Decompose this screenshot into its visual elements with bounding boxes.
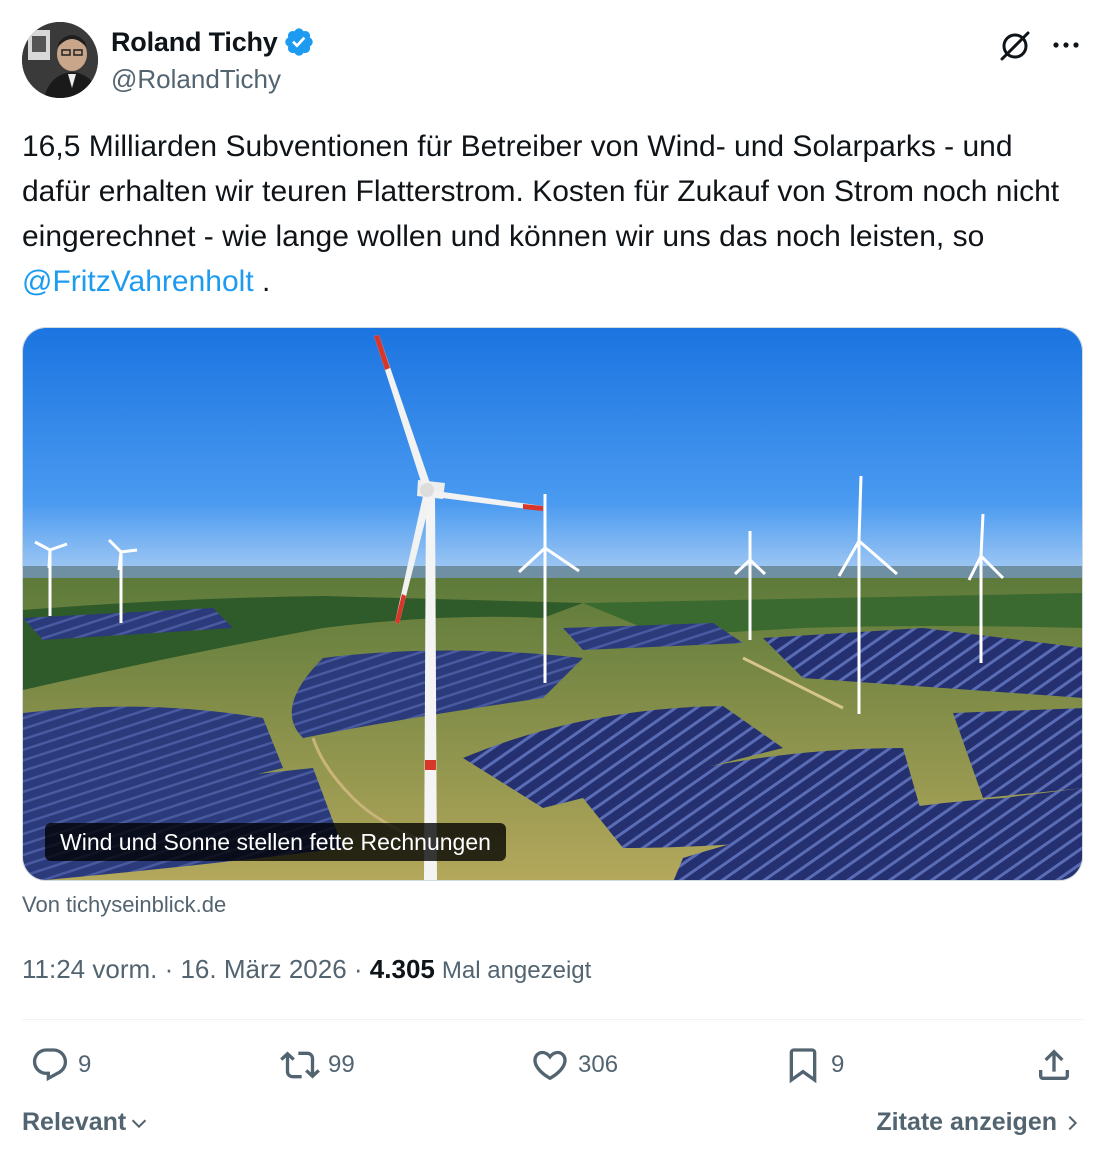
grok-icon[interactable]	[998, 28, 1032, 62]
replies-footer: Relevant Zitate anzeigen	[22, 1108, 1083, 1142]
meta-separator: ·	[157, 954, 181, 984]
chevron-right-icon	[1068, 1115, 1078, 1130]
share-icon	[1039, 1049, 1069, 1080]
meta-separator-2: ·	[346, 954, 370, 984]
author-display-name[interactable]: Roland Tichy	[111, 27, 278, 58]
reply-icon	[32, 1048, 68, 1082]
tweet-text: 16,5 Milliarden Subventionen für Betreib…	[22, 124, 1087, 304]
verified-badge-icon	[284, 28, 313, 56]
tweet-header: Roland Tichy @RolandTichy	[22, 22, 1082, 98]
reply-button[interactable]: 9	[30, 1040, 91, 1090]
mention-link[interactable]: @FritzVahrenholt	[22, 265, 254, 298]
divider	[22, 1019, 1083, 1020]
link-card-source[interactable]: Von tichyseinblick.de	[22, 892, 226, 918]
like-icon	[533, 1050, 567, 1081]
sort-label: Relevant	[22, 1108, 127, 1136]
like-button[interactable]: 306	[530, 1040, 618, 1090]
like-count: 306	[578, 1051, 619, 1078]
tweet-date[interactable]: 16. März 2026	[180, 954, 346, 985]
link-card-image	[23, 328, 1082, 880]
avatar-image	[22, 22, 98, 98]
avatar[interactable]	[22, 22, 98, 98]
link-card-title: Wind und Sonne stellen fette Rechnungen	[45, 823, 506, 861]
tweet-time[interactable]: 11:24 vorm.	[22, 954, 157, 985]
author-handle[interactable]: @RolandTichy	[111, 64, 281, 95]
bookmark-button[interactable]: 9	[783, 1040, 844, 1090]
repost-button[interactable]: 99	[280, 1040, 355, 1090]
quotes-label: Zitate anzeigen	[876, 1108, 1057, 1136]
views-count: 4.305	[369, 954, 435, 984]
link-card[interactable]: Wind und Sonne stellen fette Rechnungen	[22, 327, 1083, 881]
tweet-body-text-end: .	[262, 265, 271, 298]
repost-count: 99	[328, 1051, 355, 1078]
repost-icon	[280, 1051, 320, 1079]
chevron-down-icon	[132, 1119, 147, 1128]
name-row: Roland Tichy	[111, 26, 315, 58]
tweet-body-text: 16,5 Milliarden Subventionen für Betreib…	[22, 130, 1060, 253]
reply-count: 9	[78, 1051, 92, 1078]
action-bar: 9 99 306 9	[22, 1040, 1083, 1090]
sort-dropdown[interactable]: Relevant	[22, 1108, 150, 1137]
more-icon[interactable]	[1049, 30, 1083, 60]
tweet-meta: 11:24 vorm. · 16. März 2026 · 4.305 Mal a…	[22, 954, 591, 985]
share-button[interactable]	[1034, 1040, 1074, 1090]
view-quotes-link[interactable]: Zitate anzeigen	[876, 1108, 1083, 1137]
views-label: Mal angezeigt	[441, 957, 592, 984]
bookmark-count: 9	[831, 1051, 845, 1078]
bookmark-icon	[789, 1048, 817, 1084]
